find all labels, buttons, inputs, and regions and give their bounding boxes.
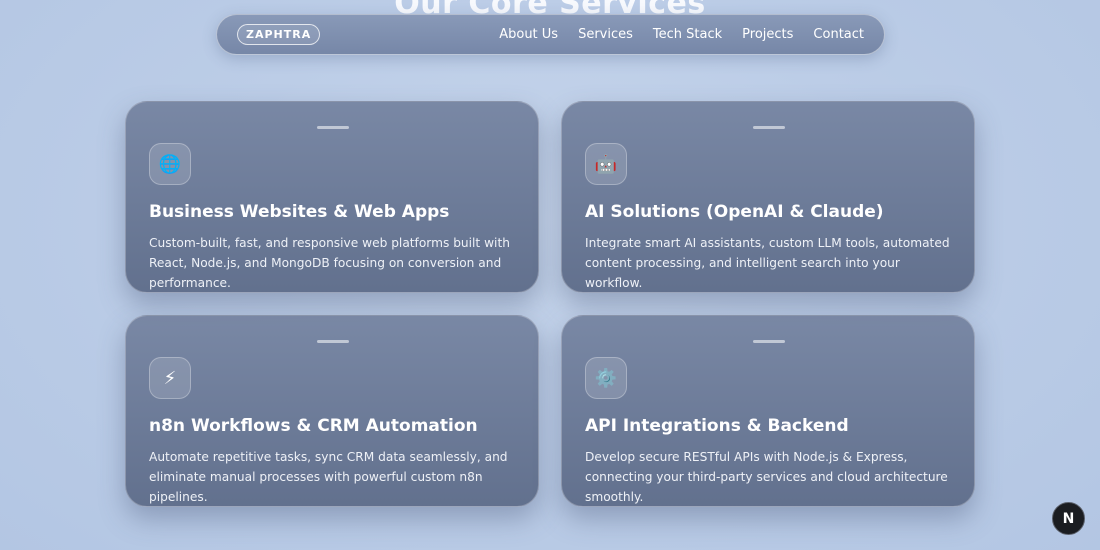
nav-link-projects[interactable]: Projects xyxy=(742,27,793,42)
service-title: AI Solutions (OpenAI & Claude) xyxy=(585,202,884,222)
globe-icon: 🌐 xyxy=(149,143,191,185)
service-title: API Integrations & Backend xyxy=(585,416,849,436)
card-handle xyxy=(317,126,349,129)
robot-icon: 🤖 xyxy=(585,143,627,185)
service-card-api-backend: ⚙️ API Integrations & Backend Develop se… xyxy=(561,315,975,507)
nav-links: About Us Services Tech Stack Projects Co… xyxy=(499,27,864,42)
service-description: Integrate smart AI assistants, custom LL… xyxy=(585,236,950,290)
service-card-n8n-automation: ⚡ n8n Workflows & CRM Automation Automat… xyxy=(125,315,539,507)
service-description: Custom-built, fast, and responsive web p… xyxy=(149,236,510,290)
nav-link-contact[interactable]: Contact xyxy=(813,27,864,42)
service-description: Automate repetitive tasks, sync CRM data… xyxy=(149,450,508,504)
service-card-web-apps: 🌐 Business Websites & Web Apps Custom-bu… xyxy=(125,101,539,293)
lightning-icon: ⚡ xyxy=(149,357,191,399)
card-handle xyxy=(317,340,349,343)
brand-logo[interactable]: ZAPHTRA xyxy=(237,24,321,45)
card-handle xyxy=(753,126,785,129)
nav-link-tech-stack[interactable]: Tech Stack xyxy=(653,27,722,42)
service-title: Business Websites & Web Apps xyxy=(149,202,450,222)
card-handle xyxy=(753,340,785,343)
service-description: Develop secure RESTful APIs with Node.js… xyxy=(585,450,948,504)
gear-icon: ⚙️ xyxy=(585,357,627,399)
nav-link-services[interactable]: Services xyxy=(578,27,633,42)
service-card-ai-solutions: 🤖 AI Solutions (OpenAI & Claude) Integra… xyxy=(561,101,975,293)
nextjs-icon[interactable]: N xyxy=(1052,502,1085,535)
service-title: n8n Workflows & CRM Automation xyxy=(149,416,478,436)
top-navbar: ZAPHTRA About Us Services Tech Stack Pro… xyxy=(216,14,885,55)
nav-link-about-us[interactable]: About Us xyxy=(499,27,558,42)
